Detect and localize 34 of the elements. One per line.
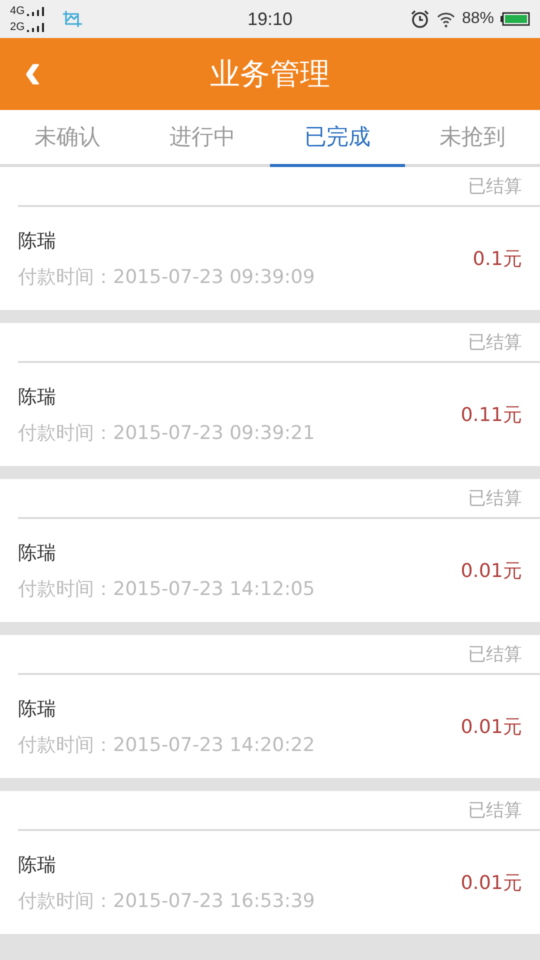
payment-time: 付款时间：2015-07-23 14:20:22 xyxy=(18,732,315,758)
settlement-status: 已结算 xyxy=(468,799,522,822)
settlement-status: 已结算 xyxy=(468,175,522,198)
order-card[interactable]: 已结算 陈瑞 付款时间：2015-07-23 09:39:09 0.1元 xyxy=(0,167,540,310)
order-amount: 0.01元 xyxy=(460,714,522,740)
order-amount: 0.01元 xyxy=(460,870,522,896)
customer-name: 陈瑞 xyxy=(18,852,57,878)
wifi-icon xyxy=(436,10,456,28)
payment-time: 付款时间：2015-07-23 09:39:09 xyxy=(18,264,315,290)
customer-name: 陈瑞 xyxy=(18,540,57,566)
order-card[interactable]: 已结算 陈瑞 付款时间：2015-07-23 16:53:39 0.01元 xyxy=(0,791,540,934)
order-amount: 0.01元 xyxy=(460,558,522,584)
battery-icon xyxy=(500,12,530,26)
battery-percent: 88% xyxy=(462,10,494,28)
order-card[interactable]: 已结算 陈瑞 付款时间：2015-07-23 14:20:22 0.01元 xyxy=(0,635,540,778)
payment-time: 付款时间：2015-07-23 14:12:05 xyxy=(18,576,315,602)
network-label: 4G xyxy=(10,5,25,17)
payment-time: 付款时间：2015-07-23 09:39:21 xyxy=(18,420,315,446)
order-card[interactable]: 已结算 陈瑞 付款时间：2015-07-23 14:12:05 0.01元 xyxy=(0,479,540,622)
customer-name: 陈瑞 xyxy=(18,384,57,410)
settlement-status: 已结算 xyxy=(468,331,522,354)
customer-name: 陈瑞 xyxy=(18,696,57,722)
order-amount: 0.1元 xyxy=(472,246,522,272)
alarm-icon xyxy=(410,9,430,29)
order-card[interactable]: 已结算 陈瑞 付款时间：2015-07-23 09:39:21 0.11元 xyxy=(0,323,540,466)
customer-name: 陈瑞 xyxy=(18,228,57,254)
page-title: 业务管理 xyxy=(210,56,330,94)
clock-time: 19:10 xyxy=(247,8,293,30)
settlement-status: 已结算 xyxy=(468,487,522,510)
network-label: 2G xyxy=(10,21,25,33)
image-icon xyxy=(62,10,84,28)
payment-time: 付款时间：2015-07-23 16:53:39 xyxy=(18,888,315,914)
order-amount: 0.11元 xyxy=(460,402,522,428)
settlement-status: 已结算 xyxy=(468,643,522,666)
